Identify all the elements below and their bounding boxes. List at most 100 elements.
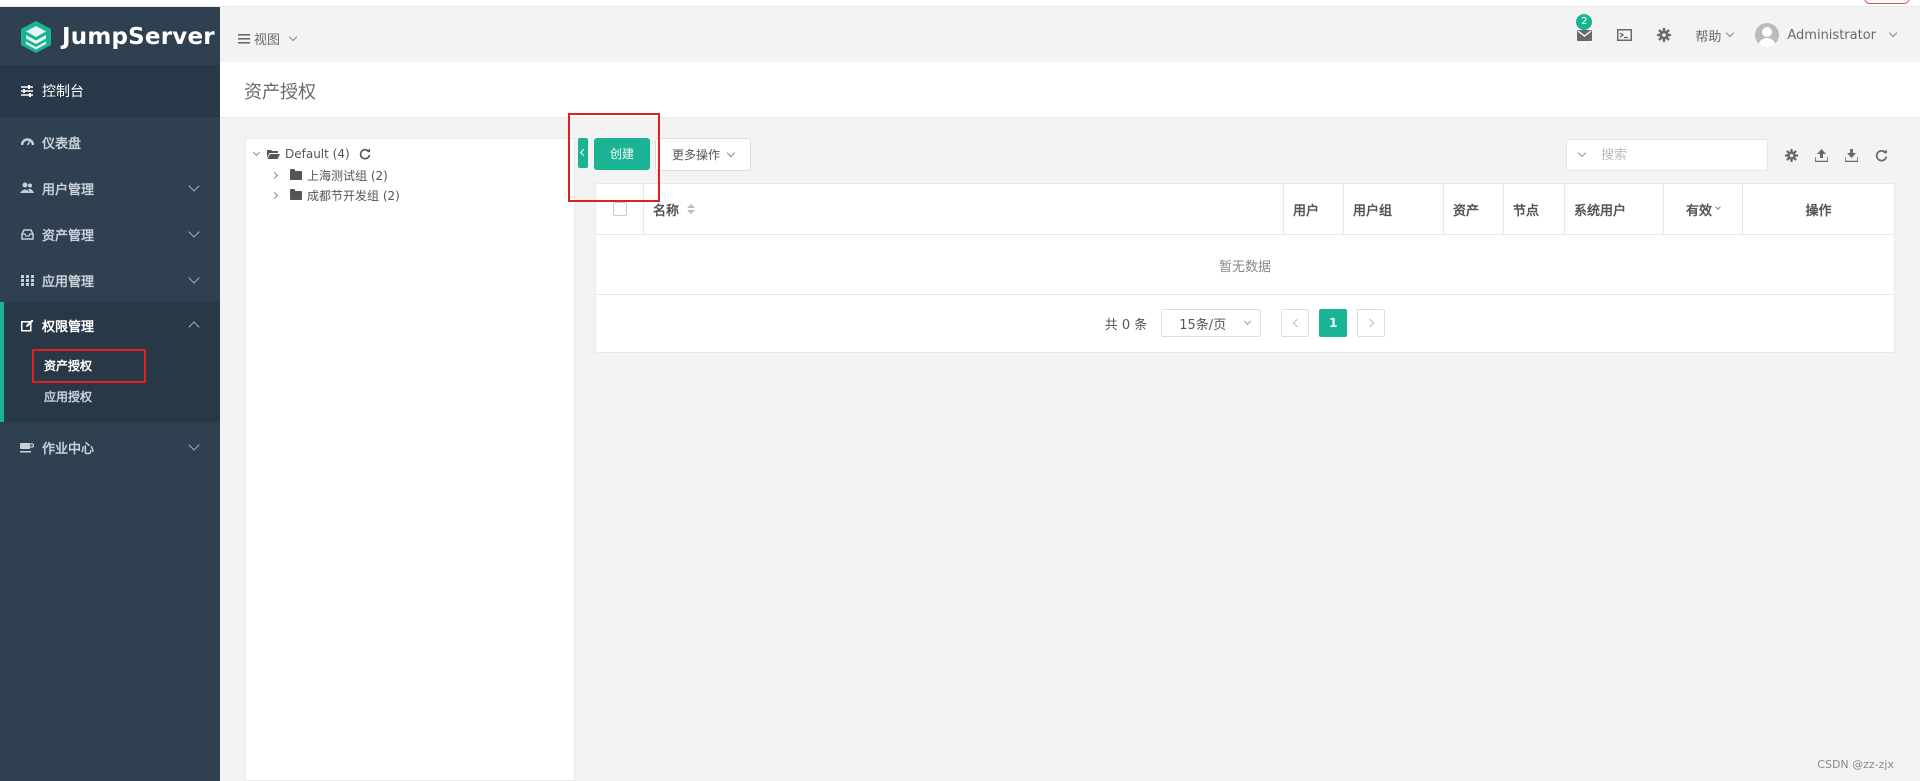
top-strip: [0, 0, 1920, 7]
chevron-down-icon: [726, 148, 736, 157]
column-header-assets: 资产: [1444, 184, 1504, 235]
tree-node-label: 成都节开发组 (2): [307, 189, 400, 203]
chevron-right-icon[interactable]: [270, 191, 279, 200]
more-actions-label: 更多操作: [671, 148, 720, 162]
download-icon: [1844, 148, 1858, 162]
column-header-name[interactable]: 名称: [644, 184, 1284, 235]
users-icon: [20, 181, 34, 195]
sidebar-item-permission-management[interactable]: 权限管理: [0, 302, 220, 348]
console-link[interactable]: 控制台: [0, 65, 220, 117]
node-tree-panel: Default (4) 上海测试组 (2) 成都节开发组 (2): [245, 138, 575, 781]
column-header-user-groups: 用户组: [1344, 184, 1444, 235]
column-header-nodes: 节点: [1504, 184, 1565, 235]
column-header-valid[interactable]: 有效: [1664, 184, 1743, 235]
sidebar-item-dashboard[interactable]: 仪表盘: [0, 119, 220, 165]
chevron-right-icon: [1365, 318, 1375, 328]
title-bar: 资产授权: [220, 62, 1920, 118]
next-page-button[interactable]: [1357, 309, 1386, 337]
jumpserver-logo-icon: [21, 21, 51, 53]
refresh-button[interactable]: [1872, 146, 1890, 164]
chevron-up-icon: [188, 321, 200, 333]
page-size-value: 15条/页: [1179, 317, 1227, 333]
upload-icon: [1814, 148, 1828, 162]
download-button[interactable]: [1842, 146, 1860, 164]
sidebar-item-user-management[interactable]: 用户管理: [0, 165, 220, 211]
chevron-down-icon[interactable]: [252, 148, 261, 157]
sidebar-item-label: 仪表盘: [42, 136, 82, 152]
column-header-label: 节点: [1513, 203, 1540, 219]
top-strip-pill: [1864, 0, 1910, 4]
chevron-down-icon: [1888, 28, 1898, 38]
folder-icon: [290, 189, 302, 200]
help-label: 帮助: [1695, 29, 1722, 45]
chevron-down-icon: [188, 180, 200, 192]
chevron-down-icon: [188, 226, 200, 238]
tree-node[interactable]: 成都节开发组 (2): [270, 187, 400, 204]
upload-button[interactable]: [1812, 146, 1830, 164]
prev-page-button[interactable]: [1281, 309, 1310, 337]
chevron-down-icon[interactable]: [1577, 148, 1587, 158]
page-title: 资产授权: [244, 82, 316, 103]
page-size-select[interactable]: 15条/页: [1161, 309, 1262, 337]
table-tools: [1782, 146, 1890, 164]
grid-icon: [20, 273, 34, 287]
tree-node-root[interactable]: Default (4): [252, 147, 371, 161]
coffee-icon: [20, 440, 34, 454]
view-menu-toggle[interactable]: 视图: [238, 29, 298, 48]
inbox-icon: [20, 227, 34, 241]
edit-icon: [20, 318, 34, 332]
chevron-down-icon: [288, 32, 298, 41]
chevron-left-icon: [1292, 318, 1302, 328]
permissions-table: 名称 用户 用户组 资产 节点 系统用户 有效 操作 暂无数据 共 0 条 15…: [595, 183, 1895, 353]
column-header-label: 用户: [1293, 203, 1320, 219]
sidebar-item-asset-management[interactable]: 资产管理: [0, 211, 220, 257]
gear-icon: [1657, 28, 1672, 42]
page-number[interactable]: 1: [1319, 309, 1348, 337]
user-menu[interactable]: Administrator: [1755, 23, 1898, 47]
sidebar-item-label: 用户管理: [42, 182, 95, 198]
watermark: CSDN @zz-zjx: [1817, 758, 1894, 771]
column-header-label: 操作: [1805, 203, 1832, 219]
chevron-down-icon: [188, 272, 200, 284]
column-header-label: 有效: [1685, 203, 1712, 219]
tree-node[interactable]: 上海测试组 (2): [270, 167, 388, 184]
sidebar-subitem-app-permission[interactable]: 应用授权: [44, 388, 92, 405]
chevron-down-icon: [188, 439, 200, 451]
chevron-down-icon: [1244, 317, 1252, 326]
console-label: 控制台: [42, 84, 84, 100]
search-box[interactable]: [1566, 139, 1768, 171]
logo[interactable]: JumpServer: [0, 7, 220, 57]
sidebar-item-job-center[interactable]: 作业中心: [0, 424, 220, 470]
mail-button[interactable]: 2: [1575, 14, 1593, 44]
help-menu[interactable]: 帮助: [1695, 26, 1735, 45]
refresh-icon[interactable]: [359, 148, 371, 160]
column-header-label: 系统用户: [1574, 203, 1627, 219]
mail-badge: 2: [1576, 14, 1593, 30]
dashboard-icon: [20, 135, 34, 149]
folder-open-icon: [267, 150, 280, 159]
terminal-button[interactable]: [1615, 26, 1633, 44]
column-settings-button[interactable]: [1782, 146, 1800, 164]
gear-icon: [1784, 148, 1798, 162]
column-header-actions: 操作: [1743, 184, 1894, 235]
chevron-right-icon[interactable]: [270, 171, 279, 180]
column-header-system-users: 系统用户: [1565, 184, 1664, 235]
sidebar-item-label: 作业中心: [42, 441, 95, 457]
chevron-down-icon[interactable]: [1715, 204, 1721, 210]
sidebar-item-label: 应用管理: [42, 274, 95, 290]
view-menu-label: 视图: [254, 33, 281, 48]
terminal-icon: [1616, 29, 1632, 41]
highlight-box-create: [568, 113, 660, 202]
pagination: 共 0 条 15条/页 1: [596, 309, 1894, 337]
search-input[interactable]: [1599, 146, 1749, 164]
user-name: Administrator: [1787, 27, 1876, 43]
sidebar-item-label: 资产管理: [42, 228, 95, 244]
sidebar-item-app-management[interactable]: 应用管理: [0, 257, 220, 303]
refresh-icon: [1875, 149, 1887, 161]
sort-icon[interactable]: [687, 204, 696, 214]
sliders-icon: [21, 85, 33, 97]
more-actions-dropdown[interactable]: 更多操作: [655, 138, 751, 171]
menu-bars-icon: [238, 33, 250, 44]
select-all-checkbox[interactable]: [612, 202, 627, 216]
settings-button[interactable]: [1655, 26, 1673, 44]
